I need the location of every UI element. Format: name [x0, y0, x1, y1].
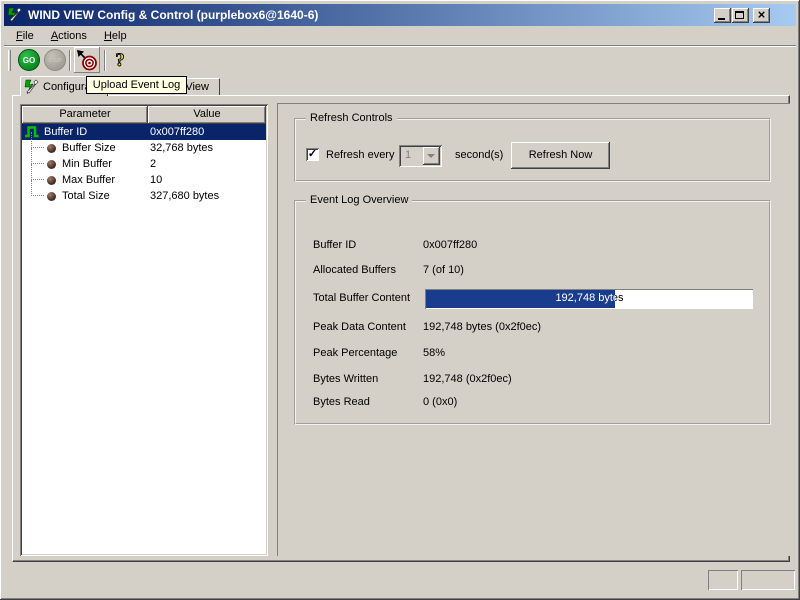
- refresh-controls-group: Refresh Controls ✓ Refresh every 1 secon…: [294, 118, 771, 182]
- maximize-icon: [735, 11, 744, 19]
- combo-dropdown-button: [423, 147, 440, 165]
- refresh-controls-title: Refresh Controls: [306, 112, 397, 124]
- minimize-button[interactable]: [714, 8, 731, 23]
- progress-fill: 192,748 bytes: [426, 290, 615, 308]
- interval-value: 1: [405, 149, 411, 161]
- overview-value: 192,748 (0x2f0ec): [423, 373, 512, 385]
- tooltip-upload-event-log: Upload Event Log: [86, 76, 187, 94]
- tree-value: 0x007ff280: [150, 126, 204, 138]
- tree-param: Total Size: [62, 190, 110, 202]
- bullet-sphere-icon: [47, 192, 56, 201]
- refresh-now-button[interactable]: Refresh Now: [511, 142, 610, 169]
- interval-combobox-disabled: 1: [399, 145, 442, 167]
- tree-param: Min Buffer: [62, 158, 112, 170]
- overview-label: Bytes Read: [313, 396, 370, 408]
- menu-bar: File Actions Help: [4, 27, 796, 46]
- refresh-every-label[interactable]: Refresh every: [326, 149, 394, 161]
- total-buffer-content-progressbar: 192,748 bytes 192,748 bytes: [425, 289, 753, 309]
- help-button[interactable]: ?: [110, 48, 130, 72]
- title-bar[interactable]: WIND VIEW Config & Control (purplebox6@1…: [4, 4, 796, 26]
- overview-label: Buffer ID: [313, 239, 356, 251]
- overview-label: Total Buffer Content: [313, 292, 410, 304]
- close-icon: [753, 8, 770, 23]
- tab-wrench-icon: [24, 79, 40, 95]
- overview-label: Peak Percentage: [313, 347, 397, 359]
- tree-param: Max Buffer: [62, 174, 115, 186]
- bullet-sphere-icon: [47, 176, 56, 185]
- column-header-parameter[interactable]: Parameter: [22, 106, 148, 124]
- maximize-button[interactable]: [732, 8, 749, 23]
- upload-event-log-button[interactable]: [74, 47, 100, 73]
- overview-label: Peak Data Content: [313, 321, 406, 333]
- detail-pane: Refresh Controls ✓ Refresh every 1 secon…: [277, 103, 790, 556]
- help-question-icon: ?: [110, 48, 130, 72]
- tree-row-total-size[interactable]: Total Size 327,680 bytes: [22, 188, 266, 204]
- parameter-tree: Parameter Value Buffer ID 0x007ff280 Buf…: [20, 104, 268, 556]
- menu-actions[interactable]: Actions: [45, 27, 93, 44]
- tree-row-min-buffer[interactable]: Min Buffer 2: [22, 156, 266, 172]
- tree-value: 32,768 bytes: [150, 142, 213, 154]
- status-pane-2: [741, 570, 795, 590]
- tree-connector: [31, 180, 44, 196]
- tree-value: 10: [150, 174, 162, 186]
- overview-value: 0x007ff280: [423, 239, 477, 251]
- interval-unit-label: second(s): [455, 149, 503, 161]
- menu-file[interactable]: File: [10, 27, 40, 44]
- close-button[interactable]: [753, 8, 770, 23]
- overview-value: 7 (of 10): [423, 264, 464, 276]
- tree-param: Buffer ID: [44, 126, 87, 138]
- upload-event-log-target-icon: [75, 48, 99, 72]
- toolbar-separator: [69, 50, 71, 71]
- status-pane-1: [708, 570, 738, 590]
- tree-row-max-buffer[interactable]: Max Buffer 10: [22, 172, 266, 188]
- app-window: WIND VIEW Config & Control (purplebox6@1…: [0, 0, 800, 600]
- overview-label: Allocated Buffers: [313, 264, 396, 276]
- overview-label: Bytes Written: [313, 373, 378, 385]
- tree-param: Buffer Size: [62, 142, 116, 154]
- stop-button-disabled: STOP: [44, 49, 66, 71]
- toolbar-grip[interactable]: [8, 50, 11, 71]
- event-log-overview-group: Event Log Overview Buffer ID 0x007ff280 …: [294, 200, 771, 425]
- tree-connector: [31, 164, 44, 180]
- column-header-value[interactable]: Value: [148, 106, 266, 124]
- status-bar: [4, 566, 796, 594]
- overview-value: 192,748 bytes (0x2f0ec): [423, 321, 541, 333]
- menu-help[interactable]: Help: [98, 27, 133, 44]
- overview-value: 58%: [423, 347, 445, 359]
- tree-value: 327,680 bytes: [150, 190, 219, 202]
- tree-row-buffer-size[interactable]: Buffer Size 32,768 bytes: [22, 140, 266, 156]
- progress-text-inverse: 192,748 bytes: [427, 292, 615, 304]
- overview-value: 0 (0x0): [423, 396, 457, 408]
- go-button[interactable]: GO: [18, 49, 40, 71]
- refresh-every-checkbox[interactable]: ✓: [306, 148, 319, 161]
- tree-header: Parameter Value: [22, 106, 266, 124]
- minimize-icon: [718, 18, 725, 20]
- app-wrench-icon: [7, 7, 23, 23]
- tree-connector: [31, 148, 44, 164]
- toolbar-separator: [104, 50, 106, 71]
- event-log-overview-title: Event Log Overview: [306, 194, 412, 206]
- tree-connector: [31, 132, 44, 148]
- svg-text:?: ?: [115, 50, 125, 71]
- chevron-down-icon: [427, 154, 435, 158]
- tree-body: Buffer ID 0x007ff280 Buffer Size 32,768 …: [22, 124, 266, 554]
- window-title: WIND VIEW Config & Control (purplebox6@1…: [28, 8, 318, 22]
- tree-row-buffer-id[interactable]: Buffer ID 0x007ff280: [22, 124, 266, 140]
- bullet-sphere-icon: [47, 160, 56, 169]
- toolbar: GO STOP ?: [4, 47, 796, 75]
- bullet-sphere-icon: [47, 144, 56, 153]
- tree-value: 2: [150, 158, 156, 170]
